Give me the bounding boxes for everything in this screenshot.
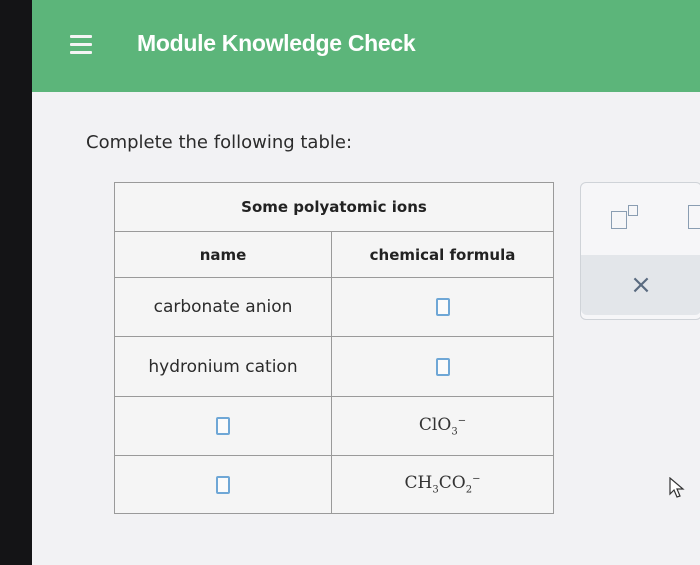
formula-tool-panel: × (580, 182, 700, 320)
name-input[interactable] (216, 417, 230, 435)
subscript-icon[interactable] (688, 205, 700, 229)
mouse-pointer-icon (669, 477, 685, 498)
tool-panel-footer: × (581, 255, 700, 315)
column-header-name: name (115, 232, 332, 277)
name-input[interactable] (216, 475, 230, 494)
chlorate-formula: ClO3− (418, 414, 467, 438)
formula-input[interactable] (435, 298, 450, 316)
app-header: Module Knowledge Check (32, 0, 700, 92)
name-cell (115, 456, 332, 513)
screen-bezel (0, 0, 32, 565)
name-cell (115, 397, 332, 455)
formula-cell: ClO3− (332, 397, 553, 455)
superscript-icon[interactable] (611, 205, 641, 229)
formula-cell: CH3CO2− (332, 456, 553, 513)
page-title: Module Knowledge Check (137, 30, 416, 56)
column-header-formula: chemical formula (369, 245, 516, 264)
main-content: Complete the following table: Some polya… (32, 92, 700, 565)
name-cell: carbonate anion (115, 278, 332, 336)
formula-cell (332, 337, 553, 396)
formula-cell (332, 278, 553, 336)
hamburger-menu-icon[interactable] (70, 35, 92, 55)
instruction-text: Complete the following table: (86, 132, 353, 153)
table-row: CH3CO2− (115, 456, 553, 513)
table-row: hydronium cation (115, 337, 553, 397)
table-title: Some polyatomic ions (115, 183, 553, 232)
close-icon[interactable]: × (630, 272, 652, 298)
name-cell: hydronium cation (115, 337, 332, 396)
polyatomic-ions-table: Some polyatomic ions name chemical formu… (114, 182, 554, 514)
acetate-formula: CH3CO2− (404, 473, 481, 496)
table-row: ClO3− (115, 397, 553, 456)
table-row: carbonate anion (115, 278, 553, 337)
formula-input[interactable] (435, 357, 450, 376)
table-header-row: name chemical formula (115, 232, 553, 278)
tool-buttons (581, 183, 700, 253)
